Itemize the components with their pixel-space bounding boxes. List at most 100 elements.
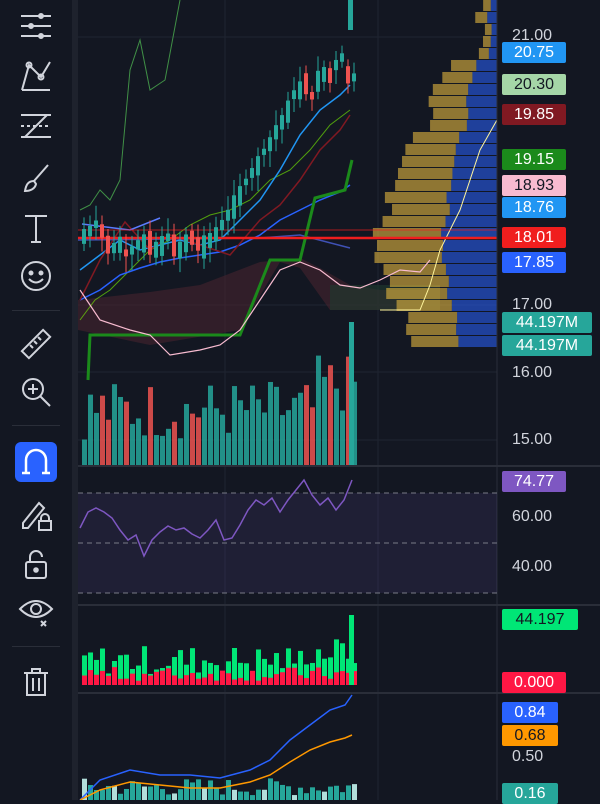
profile-bar-up: [476, 60, 497, 71]
trend-pattern-icon[interactable]: [12, 56, 60, 96]
magnet-icon[interactable]: [15, 442, 57, 482]
eye-icon[interactable]: [12, 590, 60, 630]
toolbar-separator: [12, 425, 60, 426]
profile-bar-down: [402, 156, 455, 167]
volume-bar: [100, 395, 105, 465]
profile-bar-down: [384, 192, 447, 203]
macd-bar: [250, 795, 255, 800]
osc-bar-down: [340, 671, 345, 685]
macd-bar: [286, 786, 291, 800]
osc-bar-down: [250, 670, 255, 685]
volume-bar: [112, 384, 117, 465]
osc-bar-down: [220, 670, 225, 685]
price-badge-ma-fast: 20.75: [502, 42, 566, 63]
macd-bar: [232, 789, 237, 800]
macd-bar: [310, 787, 315, 800]
profile-bar-down: [483, 0, 491, 11]
volume-bar: [196, 417, 201, 465]
profile-bar-up: [459, 132, 497, 143]
macd-bar: [214, 788, 219, 800]
profile-bar-down: [408, 312, 458, 323]
lock-drawing-icon[interactable]: [12, 496, 60, 536]
profile-bar-up: [455, 144, 497, 155]
profile-bar-down: [397, 168, 453, 179]
osc-bar-down: [166, 668, 171, 685]
profile-bar-down: [411, 336, 459, 347]
macd-bar: [226, 780, 231, 800]
rsi-value-badge: 74.77: [502, 471, 566, 492]
osc-bar-down: [214, 680, 219, 685]
osc-bar-down: [160, 670, 165, 685]
trash-icon[interactable]: [12, 662, 60, 702]
price-badge-tenkan: 20.30: [502, 74, 566, 95]
rsi-tick-40: 40.00: [512, 558, 553, 575]
macd-bar: [262, 789, 267, 800]
ruler-icon[interactable]: [12, 324, 60, 364]
brush-icon[interactable]: [12, 158, 60, 198]
macd-bar: [238, 791, 243, 800]
fib-retracement-icon[interactable]: [12, 106, 60, 146]
profile-bar-down: [396, 300, 452, 311]
macd-bar: [208, 780, 213, 800]
macd-bar: [346, 785, 351, 800]
volume-bar: [82, 439, 87, 465]
osc-bar-down: [232, 679, 237, 685]
volume-bar: [322, 376, 327, 465]
osc-bar-down: [316, 667, 321, 685]
osc-bar-down: [124, 678, 129, 685]
volume-bar: [298, 392, 303, 465]
profile-bar-up: [472, 72, 497, 83]
volume-bar: [316, 355, 321, 465]
macd-bar: [274, 781, 279, 800]
emoji-icon[interactable]: [12, 256, 60, 296]
macd-bar: [316, 790, 321, 800]
volume-bar: [220, 414, 225, 465]
osc-bar-down: [196, 678, 201, 685]
volume-bar: [142, 435, 147, 465]
volume-bar: [94, 412, 99, 465]
toolbar-separator: [12, 310, 60, 311]
osc-bar-down: [310, 670, 315, 685]
osc-bar-down: [202, 677, 207, 685]
osc-bar-down: [262, 677, 267, 685]
price-badge-ma-dark-red: 19.85: [502, 104, 566, 125]
profile-bar-down: [405, 144, 456, 155]
volume-bar: [244, 410, 249, 465]
volume-bar: [124, 401, 129, 465]
volume-bar: [274, 386, 279, 465]
profile-bar-up: [445, 216, 497, 227]
osc-bar-up: [256, 649, 261, 685]
profile-bar-down: [389, 276, 449, 287]
zoom-in-icon[interactable]: [12, 372, 60, 412]
osc-bar-down: [238, 677, 243, 685]
osc-bar-down: [100, 670, 105, 685]
osc-bar-down: [304, 678, 309, 685]
volume-bar: [172, 421, 177, 465]
volume-bar: [304, 385, 309, 465]
macd-bar: [112, 785, 117, 800]
osc-bar-down: [274, 674, 279, 685]
crosshair-lines-icon[interactable]: [12, 6, 60, 46]
macd-bar: [184, 779, 189, 800]
macd-tick: 0.50: [512, 748, 544, 765]
osc-bar-down: [256, 680, 261, 685]
price-tick-15: 15.00: [512, 431, 553, 448]
macd-bar: [292, 795, 297, 800]
profile-bar-up: [490, 0, 497, 11]
profile-bar-up: [466, 120, 497, 131]
text-tool-icon[interactable]: [12, 208, 60, 248]
profile-bar-up: [454, 156, 497, 167]
volume-bar: [88, 394, 93, 465]
rsi-tick-60: 60.00: [512, 508, 553, 525]
macd-bar: [304, 793, 309, 800]
osc-bar-down: [112, 667, 117, 685]
profile-bar-up: [441, 252, 497, 263]
profile-bar-up: [446, 192, 497, 203]
volume-bar: [184, 403, 189, 465]
macd-bar: [352, 784, 357, 800]
profile-bar-up: [451, 180, 497, 191]
macd-bar: [118, 793, 123, 800]
unlock-icon[interactable]: [12, 544, 60, 584]
candle-last: [348, 0, 353, 30]
osc-zero-badge: 0.000: [502, 672, 566, 693]
